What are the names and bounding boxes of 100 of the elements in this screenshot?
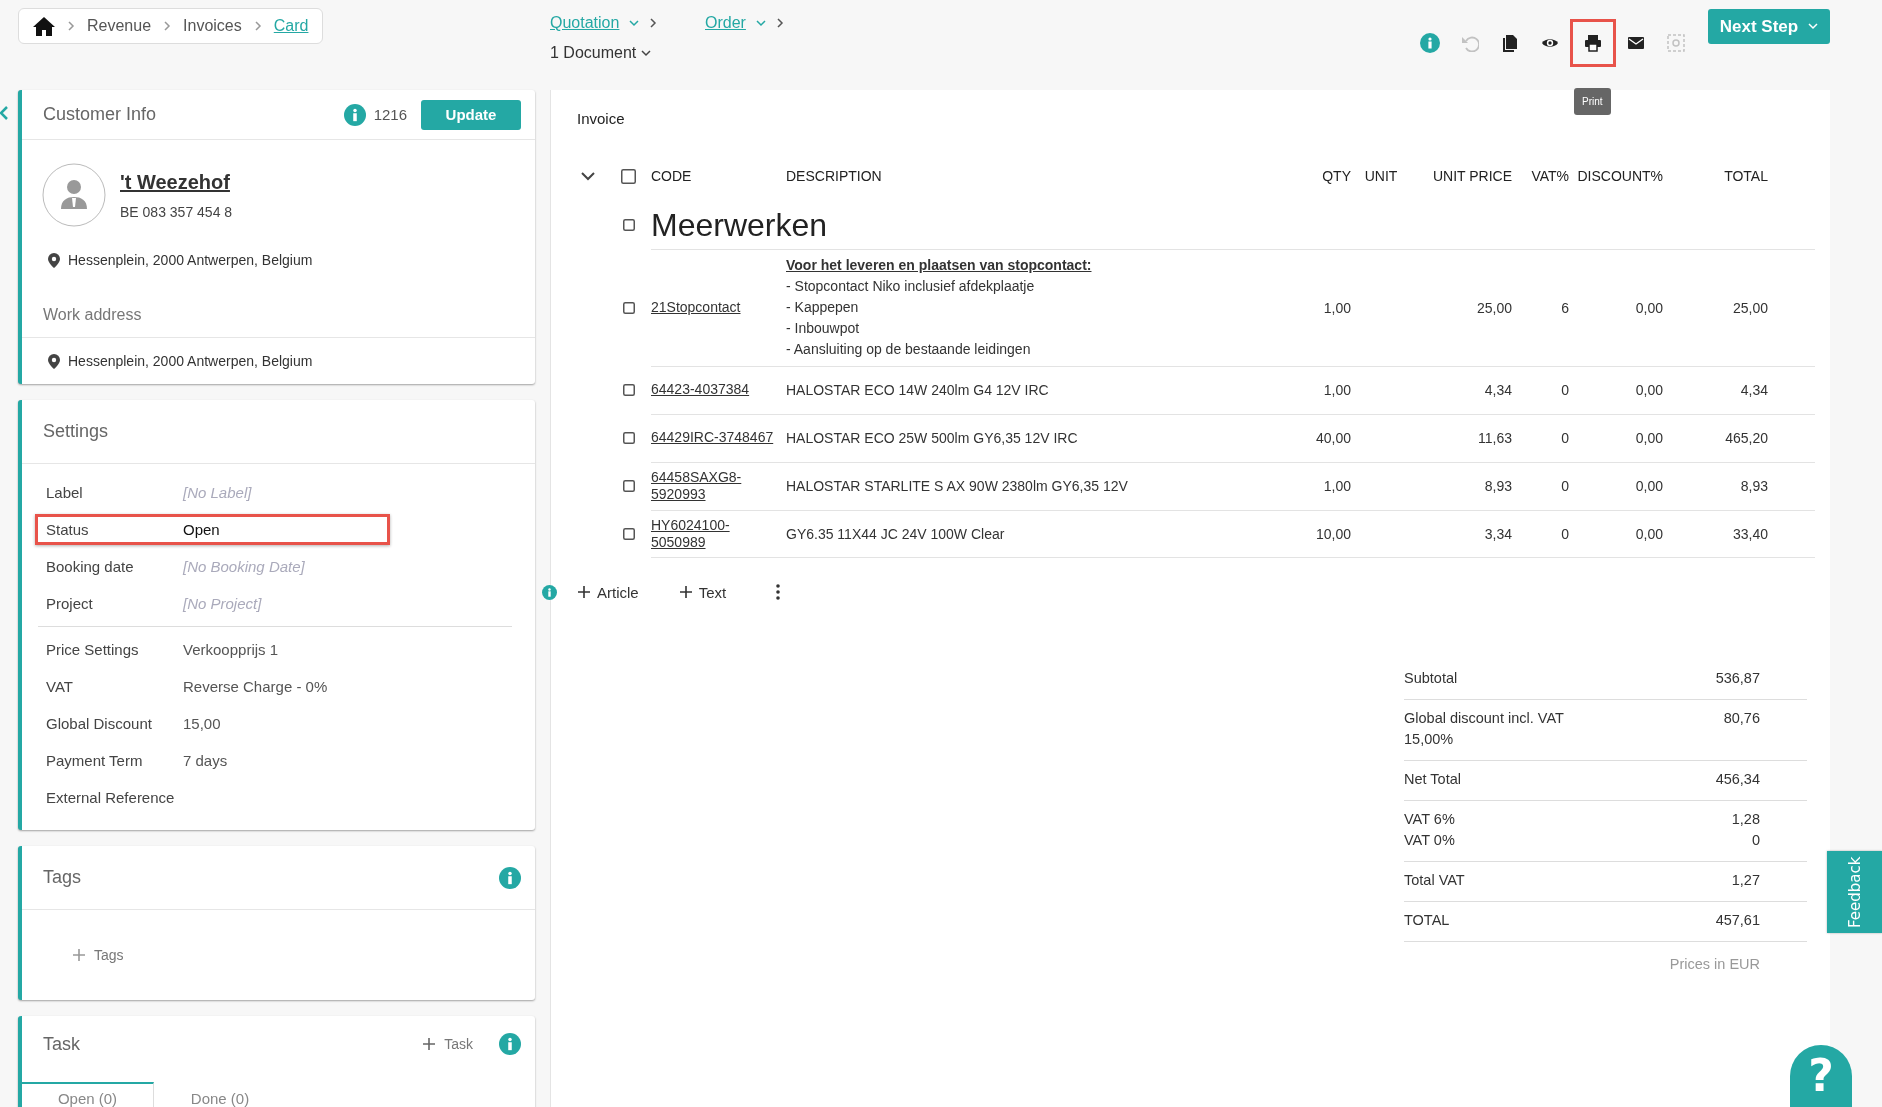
checkbox[interactable] [623,219,635,231]
panel-title: Invoice [577,110,626,127]
field-label: Payment Term [46,752,144,769]
table-cell: 0,00 [1635,299,1663,316]
tooltip: Print [1574,88,1611,115]
add-line-button[interactable]: Text [678,583,727,601]
article-code-link[interactable]: HY6024100-5050989 [651,516,786,552]
column-header: TOTAL [1723,168,1768,184]
breadcrumb-link[interactable]: Invoices [183,17,242,35]
checkbox[interactable] [623,301,635,314]
article-code-link[interactable]: 64423-4037384 [651,381,754,399]
field-label: Global Discount [46,715,153,732]
table-cell: 0,00 [1635,478,1663,494]
info-icon[interactable] [499,866,521,889]
plus-icon [577,585,591,599]
print-icon [1584,34,1602,52]
article-code-link[interactable]: 64429IRC-3748467 [651,429,778,447]
home-icon[interactable] [33,16,55,36]
address-text: Hessenplein, 2000 Antwerpen, Belgium [68,353,313,369]
description-line: - Inbouwpot [786,319,860,338]
plus-icon [422,1037,437,1051]
column-header: UNIT PRICE [1431,168,1512,184]
total-label: 15,00% [1404,730,1455,749]
field-value[interactable]: Open [183,521,220,538]
field-value[interactable]: 15,00 [183,715,221,732]
article-code-link[interactable]: 64458SAXG8-5920993 [651,468,786,504]
section-label: Work address [22,275,535,338]
vat-number: BE 083 357 454 8 [120,203,233,220]
collapse-icon[interactable] [0,106,8,120]
pin-icon [48,252,60,268]
table-cell: 10,00 [1315,526,1351,542]
breadcrumb-link[interactable]: Revenue [87,17,152,35]
total-value: 80,76 [1723,709,1760,728]
field-value[interactable]: Reverse Charge - 0% [183,678,328,695]
table-cell: 0 [1561,478,1569,494]
total-value: 1,28 [1731,810,1760,829]
column-header: QTY [1321,168,1351,184]
checkbox[interactable] [623,384,635,396]
table-cell: 0 [1561,382,1569,398]
customer-name-link[interactable]: 't Weezehof [120,170,233,194]
card-title: Settings [43,421,110,442]
field-label: Price Settings [46,641,140,658]
column-header: CODE [651,168,693,184]
pin-icon [48,353,60,369]
task-tab[interactable]: Open (0) [22,1082,154,1107]
chevron-down-icon[interactable] [581,171,595,181]
checkbox[interactable] [623,528,635,540]
plus-icon [678,585,693,599]
customer-number: 1216 [373,106,407,123]
description-line: - Stopcontact Niko inclusief afdekplaatje [786,277,1035,296]
field-label: Label [46,484,84,501]
total-value: 457,61 [1715,911,1760,930]
field-value[interactable]: 7 days [183,752,228,769]
description-heading: Voor het leveren en plaatsen van stopcontact: [786,256,1092,275]
description-text: HALOSTAR ECO 14W 240lm G4 12V IRC [786,380,1049,400]
field-label: Project [46,595,94,612]
table-cell: 1,00 [1323,478,1351,494]
field-label: Booking date [46,558,135,575]
info-icon [1420,33,1440,53]
total-label: Total VAT [1404,871,1465,890]
info-icon[interactable] [343,103,366,126]
chevron-right-icon [649,17,658,29]
table-cell: 6 [1561,299,1569,316]
total-label: Net Total [1404,770,1461,789]
chevron-right-icon [775,17,784,29]
field-value[interactable]: Verkoopprijs 1 [183,641,279,658]
table-cell: 1,00 [1323,299,1351,316]
total-label: Global discount incl. VAT [1404,709,1564,728]
add-tags-button[interactable]: Tags [72,947,124,963]
frame-icon [1667,34,1685,52]
table-cell: 33,40 [1732,526,1768,542]
column-header: DESCRIPTION [786,168,883,184]
checkbox[interactable] [623,432,635,444]
info-icon[interactable] [499,1033,521,1055]
table-cell: 4,34 [1740,382,1768,398]
table-cell: 0 [1561,430,1569,446]
address-text: Hessenplein, 2000 Antwerpen, Belgium [68,252,313,268]
add-line-button[interactable]: Article [577,583,639,601]
mail-icon [1627,34,1645,52]
task-tab[interactable]: Done (0) [154,1082,286,1107]
description-text: HALOSTAR STARLITE S AX 90W 2380lm GY6,35 12V [786,476,1128,496]
description-text: GY6.35 11X44 JC 24V 100W Clear [786,524,1005,544]
caret-icon[interactable] [641,49,652,57]
checkbox[interactable] [621,168,636,184]
checkbox[interactable] [623,480,635,492]
undo-icon [1461,34,1479,52]
article-code-link[interactable]: 21Stopcontact [651,298,745,317]
plus-icon [72,948,86,962]
more-icon[interactable] [776,584,781,600]
table-cell: 8,93 [1740,478,1768,494]
total-label: VAT 6% [1404,810,1455,829]
table-cell: 11,63 [1478,430,1512,446]
info-icon[interactable] [542,584,557,600]
total-value: 536,87 [1715,669,1760,688]
avatar-icon [42,163,106,227]
description-text: HALOSTAR ECO 25W 500lm GY6,35 12V IRC [786,428,1078,448]
add-task-button[interactable]: Task [422,1036,473,1052]
field-label: External Reference [46,789,176,806]
documents-dropdown[interactable]: 1 Document [550,44,637,62]
table-cell: 25,00 [1476,299,1512,316]
